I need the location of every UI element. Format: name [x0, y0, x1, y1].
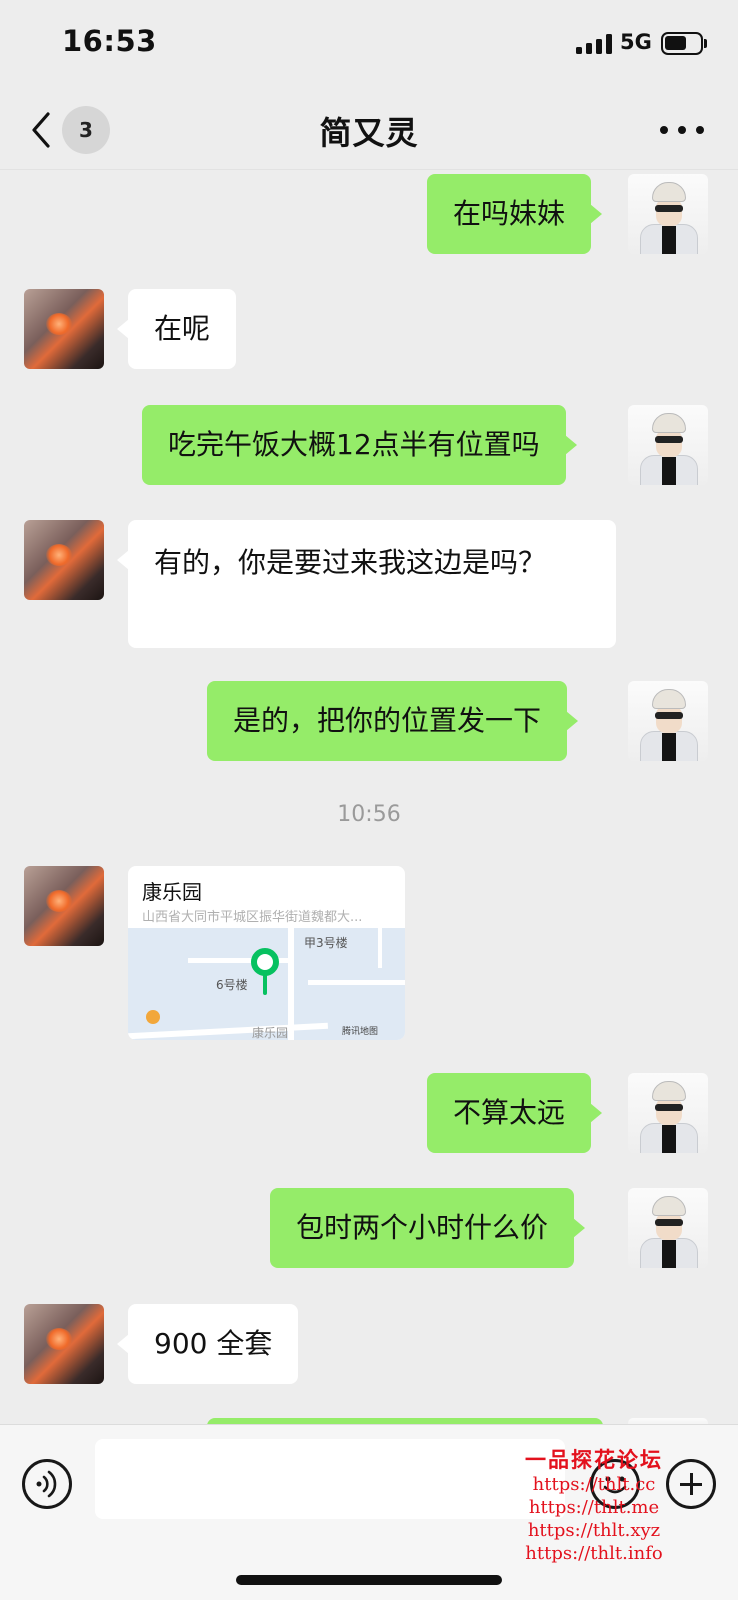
message-bubble-sent[interactable]: 在吗妹妹: [427, 174, 603, 254]
location-pin-icon: [251, 948, 279, 976]
map-label: 6号楼: [216, 978, 248, 992]
watermark-title: 一品探花论坛: [525, 1447, 663, 1472]
message-bubble-received[interactable]: 在呢: [116, 289, 237, 369]
signal-icon: [576, 34, 614, 54]
watermark-link: https://thlt.info: [525, 1543, 663, 1564]
status-bar: 16:53 5G: [0, 0, 738, 88]
home-indicator[interactable]: [236, 1575, 502, 1585]
location-card[interactable]: 康乐园 山西省大同市平城区振华街道魏都大... 甲3号楼 6号楼 康乐园 腾讯地…: [128, 866, 405, 1040]
voice-input-button[interactable]: [22, 1459, 72, 1509]
network-type: 5G: [620, 30, 652, 54]
message-bubble-sent[interactable]: 是的，把你的位置发一下: [207, 681, 579, 761]
contact-avatar[interactable]: [24, 289, 104, 369]
map-label: 康乐园: [252, 1026, 289, 1040]
message-bubble-sent[interactable]: 包时两个小时什么价: [270, 1188, 586, 1268]
chat-header: 3 简又灵: [0, 88, 738, 170]
my-avatar[interactable]: [628, 681, 708, 761]
battery-icon: [661, 32, 703, 55]
more-options-icon[interactable]: [660, 118, 704, 142]
contact-avatar[interactable]: [24, 1304, 104, 1384]
my-avatar[interactable]: [628, 1188, 708, 1268]
battery-nub: [704, 39, 707, 48]
contact-avatar[interactable]: [24, 520, 104, 600]
location-pin-stem: [263, 973, 267, 995]
message-bubble-sent[interactable]: 吃完午饭大概12点半有位置吗: [142, 405, 577, 485]
my-avatar[interactable]: [628, 1073, 708, 1153]
voice-icon: [36, 1470, 57, 1498]
map-label: 甲3号楼: [304, 936, 348, 950]
status-time: 16:53: [62, 24, 157, 58]
my-avatar[interactable]: [628, 405, 708, 485]
my-avatar[interactable]: [628, 174, 708, 254]
message-bubble-sent[interactable]: 不算太远: [427, 1073, 603, 1153]
message-bubble-received[interactable]: 900 全套: [116, 1304, 299, 1384]
watermark-link: https://thlt.me: [528, 1497, 660, 1518]
message-bubble-received[interactable]: 有的，你是要过来我这边是吗？: [117, 520, 616, 648]
location-address: 山西省大同市平城区振华街道魏都大...: [142, 910, 363, 925]
map-provider-logo: 腾讯地图: [342, 1027, 379, 1037]
chat-title: 简又灵: [319, 114, 419, 152]
poi-icon: [146, 1010, 160, 1024]
watermark-link: https://thlt.cc: [532, 1474, 656, 1495]
message-timestamp: 10:56: [337, 802, 401, 827]
map-preview[interactable]: 甲3号楼 6号楼 康乐园 腾讯地图: [128, 928, 405, 1040]
contact-avatar[interactable]: [24, 866, 104, 946]
location-title: 康乐园: [142, 880, 202, 904]
watermark: 一品探花论坛 https://thlt.cc https://thlt.me h…: [514, 1447, 674, 1565]
message-input[interactable]: [95, 1439, 565, 1519]
watermark-link: https://thlt.xyz: [527, 1520, 661, 1541]
